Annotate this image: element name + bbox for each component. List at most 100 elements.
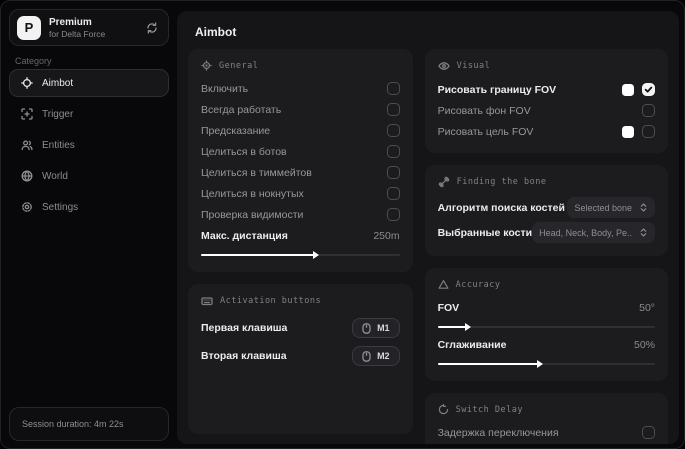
activation-buttons-card: Activation buttons Первая клавиша M1 Вто… — [188, 284, 413, 434]
setting-label: Выбранные кости — [437, 226, 533, 239]
selected-bones-select[interactable]: Head, Neck, Body, Pe.. — [532, 222, 655, 243]
setting-label: Включить — [201, 82, 249, 95]
setting-label: Предсказание — [201, 124, 271, 137]
finding-bone-card: Finding the bone Алгоритм поиска костей … — [424, 165, 668, 256]
setting-label: Макс. дистанция — [201, 229, 288, 242]
scope-icon — [201, 60, 212, 71]
mouse-icon — [362, 350, 371, 362]
setting-row-prediction: Предсказание — [201, 120, 400, 141]
app-window: P Premium for Delta Force Category Aimbo… — [0, 0, 685, 449]
smoothing-slider[interactable] — [437, 360, 655, 368]
keybind-value: M1 — [377, 323, 390, 333]
eye-icon — [437, 60, 450, 72]
color-swatch[interactable] — [622, 125, 634, 138]
sidebar-item-label: Entities — [42, 139, 75, 151]
sidebar: P Premium for Delta Force Category Aimbo… — [1, 1, 176, 448]
first-key-row: Первая клавиша M1 — [201, 314, 400, 342]
draw-fov-border-row: Рисовать границу FOV — [438, 79, 655, 100]
app-logo: P — [17, 15, 41, 40]
sidebar-item-aimbot[interactable]: Aimbot — [9, 69, 169, 97]
setting-label: Целиться в ботов — [201, 145, 287, 158]
sync-icon[interactable] — [146, 21, 158, 34]
setting-label: Рисовать границу FOV — [437, 83, 557, 96]
accuracy-card: Accuracy FOV 50° Сглаживание 50% — [424, 268, 668, 381]
smoothing-row: Сглаживание 50% — [438, 334, 655, 355]
switch-delay-row: Задержка переключения — [438, 422, 655, 443]
switch-delay-checkbox[interactable] — [642, 426, 655, 439]
sidebar-item-label: Settings — [42, 201, 79, 213]
sidebar-item-label: Aimbot — [42, 77, 74, 89]
triangle-icon — [438, 279, 449, 290]
draw-fov-target-checkbox[interactable] — [642, 125, 655, 138]
license-subtitle: for Delta Force — [49, 28, 106, 39]
fov-slider[interactable] — [437, 323, 655, 331]
setting-label: Задержка переключения — [437, 426, 559, 439]
sidebar-item-label: Trigger — [42, 108, 74, 120]
sort-icon — [639, 228, 648, 237]
switch-delay-header: Switch Delay — [438, 404, 655, 415]
general-card: General Включить Всегда работать Предска… — [188, 49, 413, 272]
setting-label: Рисовать цель FOV — [437, 125, 534, 138]
sidebar-item-settings[interactable]: Settings — [9, 193, 169, 221]
slider-fill — [201, 251, 320, 259]
setting-label: Вторая клавиша — [201, 350, 287, 362]
visibility-check-checkbox[interactable] — [386, 208, 400, 221]
draw-fov-border-checkbox[interactable] — [642, 83, 655, 96]
sidebar-item-trigger[interactable]: Trigger — [9, 100, 169, 128]
switch-delay-ms-row: Задержка переключения (мс) 1000 ms — [438, 443, 655, 444]
second-key-button[interactable]: M2 — [352, 346, 400, 366]
crosshair-icon — [20, 77, 33, 90]
target-bots-checkbox[interactable] — [386, 145, 400, 158]
sidebar-item-entities[interactable]: Entities — [9, 131, 169, 159]
draw-fov-target-row: Рисовать цель FOV — [438, 121, 655, 142]
visual-header: Visual — [437, 60, 655, 72]
selected-bones-row: Выбранные кости Head, Neck, Body, Pe.. — [438, 220, 655, 245]
general-header: General — [201, 60, 400, 71]
bone-icon — [438, 176, 450, 188]
second-key-row: Вторая клавиша M2 — [201, 342, 400, 370]
setting-row-visibility-check: Проверка видимости — [201, 204, 400, 225]
setting-label: Сглаживание — [437, 338, 507, 351]
enable-checkbox[interactable] — [386, 82, 400, 95]
bone-algorithm-select[interactable]: Selected bone — [567, 197, 655, 218]
setting-row-enable: Включить — [201, 78, 400, 99]
visual-card: Visual Рисовать границу FOV Рисовать фон… — [424, 49, 668, 153]
setting-label: Рисовать фон FOV — [437, 104, 531, 117]
category-label: Category — [15, 56, 52, 66]
setting-label: FOV — [437, 301, 460, 314]
setting-row-always-work: Всегда работать — [201, 99, 400, 120]
setting-label: Проверка видимости — [201, 208, 304, 221]
target-teammates-checkbox[interactable] — [386, 166, 400, 179]
first-key-button[interactable]: M1 — [352, 318, 400, 338]
license-title: Premium — [49, 16, 92, 28]
setting-label: Первая клавиша — [201, 322, 288, 334]
slider-fill — [437, 360, 543, 368]
select-value: Selected bone — [574, 202, 632, 213]
session-duration: Session duration: 4m 22s — [9, 407, 169, 441]
setting-row-target-bots: Целиться в ботов — [201, 141, 400, 162]
target-knocked-checkbox[interactable] — [386, 187, 400, 200]
setting-label: Алгоритм поиска костей — [437, 201, 565, 214]
max-distance-value: 250m — [373, 229, 400, 242]
setting-row-target-knocked: Целиться в нокнутых — [201, 183, 400, 204]
page-title: Aimbot — [195, 25, 237, 39]
keyboard-icon — [201, 295, 213, 307]
users-icon — [20, 139, 33, 152]
max-distance-slider[interactable] — [201, 251, 400, 259]
finding-bone-header: Finding the bone — [438, 176, 655, 188]
slider-fill — [437, 323, 472, 331]
license-card: P Premium for Delta Force — [9, 9, 169, 46]
color-swatch[interactable] — [622, 83, 634, 96]
fov-value: 50° — [639, 301, 655, 314]
sidebar-item-world[interactable]: World — [9, 162, 169, 190]
sort-icon — [639, 203, 648, 212]
focus-icon — [20, 108, 33, 121]
globe-icon — [20, 170, 33, 183]
smoothing-value: 50% — [633, 338, 655, 351]
always-work-checkbox[interactable] — [386, 103, 400, 116]
max-distance-row: Макс. дистанция 250m — [201, 225, 400, 246]
activation-header: Activation buttons — [201, 295, 400, 307]
draw-fov-bg-checkbox[interactable] — [642, 104, 655, 117]
prediction-checkbox[interactable] — [386, 124, 400, 137]
setting-label: Целиться в нокнутых — [201, 187, 304, 200]
